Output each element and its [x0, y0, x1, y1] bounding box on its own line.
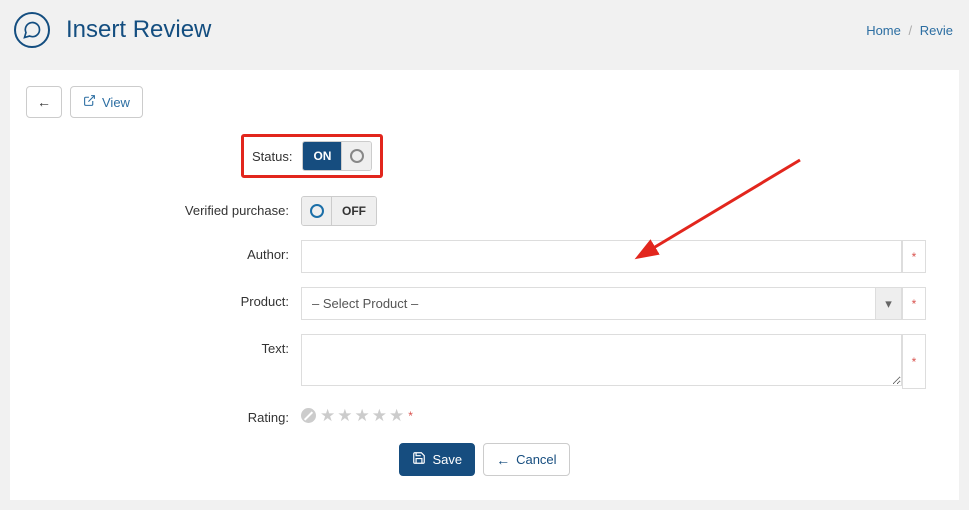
page-title: Insert Review: [66, 16, 211, 44]
header-bar: Insert Review Home / Revie: [0, 0, 969, 60]
clear-rating-icon[interactable]: [301, 408, 316, 423]
speech-bubble-icon: [14, 12, 50, 48]
author-row: Author: *: [26, 240, 943, 273]
back-button[interactable]: [26, 86, 62, 118]
cancel-button[interactable]: Cancel: [483, 443, 569, 476]
arrow-left-icon: [496, 452, 510, 468]
text-input[interactable]: [301, 334, 902, 386]
product-select-placeholder: – Select Product –: [302, 288, 875, 319]
status-annotation-box: Status: ON: [241, 134, 383, 178]
rating-row: Rating: ★ ★ ★ ★ ★ *: [26, 403, 943, 425]
rating-stars[interactable]: ★ ★ ★ ★ ★ *: [301, 403, 413, 424]
save-button-label: Save: [432, 452, 462, 467]
footer-actions: Save Cancel: [26, 443, 943, 476]
author-label: Author:: [26, 240, 301, 262]
author-input[interactable]: [301, 240, 902, 273]
text-row: Text: *: [26, 334, 943, 389]
breadcrumb-home[interactable]: Home: [866, 23, 901, 38]
view-button-label: View: [102, 95, 130, 110]
verified-row: Verified purchase: OFF: [26, 196, 943, 226]
cancel-button-label: Cancel: [516, 452, 556, 467]
external-link-icon: [83, 94, 96, 110]
chevron-down-icon: ▾: [875, 288, 901, 319]
product-label: Product:: [26, 287, 301, 309]
required-marker: *: [408, 409, 413, 423]
status-row: Status: ON: [241, 134, 943, 178]
breadcrumb-reviews[interactable]: Revie: [920, 23, 953, 38]
panel-toolbar: View: [26, 86, 943, 118]
star-icon[interactable]: ★: [355, 407, 370, 424]
toggle-knob-circle: [310, 204, 324, 218]
breadcrumb: Home / Revie: [866, 23, 953, 38]
star-icon[interactable]: ★: [389, 407, 404, 424]
text-label: Text:: [26, 334, 301, 356]
form-panel: View Status: ON Verified purchase: OFF: [10, 70, 959, 500]
toggle-knob: [341, 142, 371, 170]
toggle-knob-circle: [350, 149, 364, 163]
breadcrumb-sep: /: [909, 23, 913, 38]
save-button[interactable]: Save: [399, 443, 475, 476]
verified-toggle[interactable]: OFF: [301, 196, 377, 226]
star-icon[interactable]: ★: [320, 407, 335, 424]
product-select[interactable]: – Select Product – ▾: [301, 287, 902, 320]
star-icon[interactable]: ★: [337, 407, 352, 424]
rating-label: Rating:: [26, 403, 301, 425]
required-marker: *: [902, 287, 926, 320]
save-icon: [412, 451, 426, 468]
toggle-off-label: OFF: [332, 197, 376, 225]
toggle-on-label: ON: [303, 142, 341, 170]
status-toggle[interactable]: ON: [302, 141, 372, 171]
arrow-left-icon: [37, 94, 51, 110]
toggle-knob: [302, 197, 332, 225]
product-row: Product: – Select Product – ▾ *: [26, 287, 943, 320]
required-marker: *: [902, 240, 926, 273]
header-left: Insert Review: [8, 12, 211, 48]
view-button[interactable]: View: [70, 86, 143, 118]
status-label: Status:: [252, 149, 302, 164]
star-icon[interactable]: ★: [372, 407, 387, 424]
verified-label: Verified purchase:: [26, 196, 301, 218]
required-marker: *: [902, 334, 926, 389]
